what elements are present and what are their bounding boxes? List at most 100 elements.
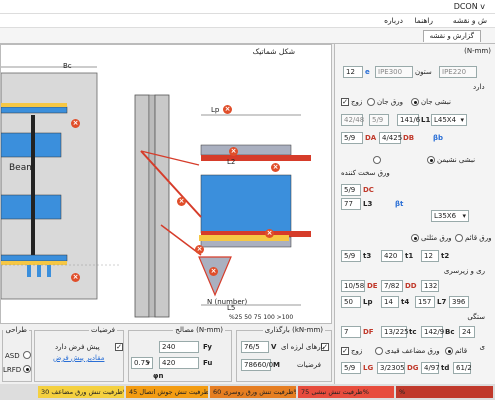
label-l3: L3 (363, 200, 373, 208)
label-seat-angle: نبشی نشیمن (437, 156, 476, 164)
error-icon[interactable]: × (71, 119, 80, 128)
label-t4: t4 (401, 298, 410, 306)
label-phi: φn (153, 372, 164, 380)
column-section-field[interactable]: IPE300 (375, 66, 413, 78)
field-db[interactable]: 4/425 (379, 132, 402, 144)
label-v: V (271, 343, 277, 351)
assumptions-title: فرضیات (89, 326, 117, 334)
label-default: پیش فرض دارد (55, 343, 100, 351)
error-icon[interactable]: × (271, 163, 280, 172)
label-t1: t1 (405, 252, 414, 260)
label-bb: βb (433, 134, 444, 142)
menu-report[interactable]: ش و نقشه (453, 16, 487, 25)
field-dg[interactable]: 3/2305 (377, 362, 405, 374)
label-beam: Beam (9, 163, 35, 173)
field-df[interactable]: 7 (341, 326, 361, 338)
tab-bar: گزارش و نقشه (0, 28, 495, 44)
field-a[interactable]: 42/48 (341, 114, 364, 126)
menu-help[interactable]: راهنما (414, 16, 433, 25)
field-b[interactable]: 5/9 (369, 114, 389, 126)
pair-checkbox-2[interactable]: ✓ (341, 347, 349, 355)
field-bc-extra[interactable]: 24 (459, 326, 475, 338)
seat-angle-radio[interactable] (427, 156, 435, 164)
angle-select[interactable]: L45X4 (431, 114, 467, 126)
error-icon[interactable]: × (209, 267, 218, 276)
error-icon[interactable]: × (177, 197, 186, 206)
label-dd: DD (405, 282, 417, 290)
label-pair-2: زوج (351, 347, 363, 355)
label-assume: فرضیات (297, 361, 321, 369)
beam-section-field[interactable]: IPE220 (439, 66, 477, 78)
stiffener-angle-select[interactable]: L35X6 (431, 210, 469, 222)
materials-group: مصالح (N-mm) 240 Fy 420 Fu 0.75 φn (128, 326, 232, 382)
status-segment: ظرفیت تنش نبشی 75% (298, 386, 394, 398)
menu-bar: ش و نقشه راهنما درباره (0, 14, 495, 28)
double-plate-radio[interactable] (375, 347, 383, 355)
field-fy[interactable]: 240 (159, 341, 199, 353)
error-icon[interactable]: × (229, 147, 238, 156)
field-lg[interactable]: 5/9 (341, 362, 361, 374)
input-e[interactable]: 12 (343, 66, 363, 78)
field-tc[interactable]: 13/225 (381, 326, 409, 338)
lrfd-radio[interactable] (23, 365, 31, 373)
design-group: طراحی ASD LRFD (2, 326, 32, 382)
pair-checkbox[interactable]: ✓ (341, 98, 349, 106)
field-de-extra[interactable]: 132 (421, 280, 439, 292)
properties-panel: (N-mm) 12 e IPE300 ستون IPE220 ✓ زوج ورق… (334, 44, 495, 384)
tab-report[interactable]: گزارش و نقشه (422, 30, 481, 42)
error-icon[interactable]: × (195, 245, 204, 254)
field-td[interactable]: 4/97 (421, 362, 440, 374)
field-td-extra[interactable]: 61/2 (453, 362, 472, 374)
field-l7[interactable]: 157 (415, 296, 435, 308)
schematic-drawing (1, 66, 311, 318)
label-t2: t2 (441, 252, 450, 260)
field-bc[interactable]: 142/9 (421, 326, 444, 338)
error-icon[interactable]: × (71, 273, 80, 282)
assumptions-group: فرضیات ✓ پیش فرض دارد مقادیر پیش فرض (34, 326, 124, 382)
label-web-plate: ورق جان (377, 98, 404, 106)
field-fu[interactable]: 420 (159, 357, 199, 369)
window-title: DCON v (453, 2, 485, 11)
panel-header: (N-mm) (464, 47, 491, 55)
label-l2: L2 (227, 158, 236, 166)
label-lrfd: LRFD (3, 366, 22, 374)
field-t4[interactable]: 14 (381, 296, 399, 308)
menu-about[interactable]: درباره (384, 16, 403, 25)
label-seismic: بارهای لرزه ای (281, 343, 325, 351)
field-v[interactable]: 76/5 (241, 341, 269, 353)
field-de[interactable]: 10/58 (341, 280, 365, 292)
loads-title: بارگذاری (kN-mm) (262, 326, 325, 334)
asd-radio[interactable] (23, 351, 31, 359)
web-plate-radio[interactable] (367, 98, 375, 106)
error-icon[interactable]: × (223, 105, 232, 114)
schematic-panel: شکل شماتیک Bc Beam Lp L5 L2 N (number) %… (0, 44, 332, 324)
materials-title: مصالح (N-mm) (173, 326, 225, 334)
field-lp[interactable]: 50 (341, 296, 361, 308)
column-section (134, 94, 150, 318)
triangle-plate-radio[interactable] (411, 234, 419, 242)
field-t1[interactable]: 420 (381, 250, 403, 262)
field-dd[interactable]: 7/82 (381, 280, 403, 292)
field-t3[interactable]: 5/9 (341, 250, 361, 262)
field-m[interactable]: 78660/0 (241, 359, 273, 371)
field-t2[interactable]: 12 (421, 250, 439, 262)
label-tc: tc (409, 328, 417, 336)
vertical-radio-2[interactable] (445, 347, 453, 355)
field-l7-extra[interactable]: 396 (449, 296, 469, 308)
web-angle-radio[interactable] (411, 98, 419, 106)
field-da[interactable]: 5/9 (341, 132, 363, 144)
error-icon[interactable]: × (265, 229, 274, 238)
label-lg: LG (363, 364, 374, 372)
field-dc[interactable]: 5/9 (341, 184, 361, 196)
status-segment: ظرفیت تنش ورق مضاعف 30% (38, 386, 124, 398)
default-checkbox[interactable]: ✓ (115, 343, 123, 351)
default-values-link[interactable]: مقادیر پیش فرض (53, 353, 104, 363)
vertical-plate-radio[interactable] (455, 234, 463, 242)
stiffener-radio[interactable] (373, 156, 381, 164)
field-l3[interactable]: 77 (341, 198, 361, 210)
field-c[interactable]: 141/6 (397, 114, 420, 126)
phi-select[interactable]: 0.75 (131, 357, 153, 369)
section-title-3: ستگی (467, 313, 485, 321)
status-segment: ظرفیت تنش جوش اتصال 45% (126, 386, 208, 398)
label-td: td (441, 364, 450, 372)
